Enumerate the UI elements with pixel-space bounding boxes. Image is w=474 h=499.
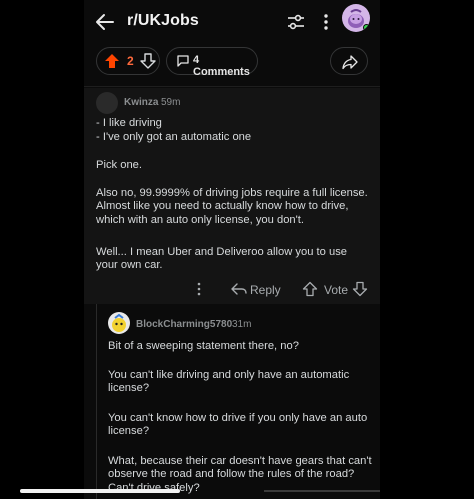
comment-username[interactable]: Kwinza bbox=[124, 97, 158, 108]
downvote-arrow-icon[interactable] bbox=[352, 281, 368, 297]
more-vertical-icon[interactable] bbox=[318, 12, 334, 32]
comment-card: Kwinza 59m - I like driving - I've only … bbox=[84, 88, 380, 304]
downvote-arrow-icon[interactable] bbox=[139, 52, 157, 70]
comment-paragraph: Bit of a sweeping statement there, no? bbox=[108, 340, 299, 352]
reply-button[interactable]: Reply bbox=[250, 283, 281, 297]
comment-action-row: Reply Vote bbox=[84, 280, 380, 300]
vote-control: 2 bbox=[96, 47, 160, 75]
comment-line: - I've only got an automatic one bbox=[96, 131, 252, 143]
upvote-arrow-icon[interactable] bbox=[302, 281, 318, 297]
top-bar: r/UKJobs bbox=[84, 0, 380, 44]
more-vertical-icon[interactable] bbox=[194, 281, 204, 297]
snoo-avatar-icon bbox=[112, 313, 126, 332]
comments-button[interactable]: 4 Comments bbox=[166, 47, 258, 78]
share-button[interactable] bbox=[330, 47, 368, 75]
subreddit-title[interactable]: r/UKJobs bbox=[127, 12, 199, 30]
online-status-dot bbox=[363, 24, 370, 31]
commenter-avatar[interactable] bbox=[96, 92, 118, 114]
post-action-bar: 2 4 Comments bbox=[84, 44, 380, 80]
vote-count: 2 bbox=[127, 54, 134, 68]
comment-paragraph: Well... I mean Uber and Deliveroo allow … bbox=[96, 246, 348, 272]
user-avatar[interactable] bbox=[342, 4, 370, 32]
comment-bubble-icon bbox=[177, 55, 189, 67]
comment-paragraph: Also no, 99.9999% of driving jobs requir… bbox=[96, 187, 368, 226]
arrow-left-icon[interactable] bbox=[94, 11, 116, 33]
comment-timestamp: 31m bbox=[232, 319, 252, 330]
upvote-arrow-icon[interactable] bbox=[103, 52, 121, 70]
comment-line: - I like driving bbox=[96, 117, 162, 129]
commenter-avatar[interactable] bbox=[108, 312, 130, 334]
sliders-icon[interactable] bbox=[286, 12, 306, 32]
comment-paragraph: You can't like driving and only have an … bbox=[108, 369, 350, 395]
comment-timestamp: 59m bbox=[161, 97, 181, 108]
home-indicator[interactable] bbox=[20, 489, 180, 493]
reply-arrow-icon[interactable] bbox=[231, 282, 247, 296]
comment-paragraph: Pick one. bbox=[96, 159, 143, 171]
divider bbox=[84, 86, 380, 87]
vote-label: Vote bbox=[324, 283, 349, 297]
divider bbox=[264, 490, 380, 492]
app-screen: r/UKJobs 2 4 Comments Kwinza 59m - I lik… bbox=[84, 0, 380, 499]
comment-username[interactable]: BlockCharming5780 bbox=[136, 319, 232, 330]
share-arrow-icon bbox=[342, 55, 358, 70]
comments-count-label: 4 Comments bbox=[193, 54, 250, 78]
thread-line[interactable] bbox=[96, 304, 97, 499]
comment-paragraph: You can't know how to drive if you only … bbox=[108, 412, 368, 438]
